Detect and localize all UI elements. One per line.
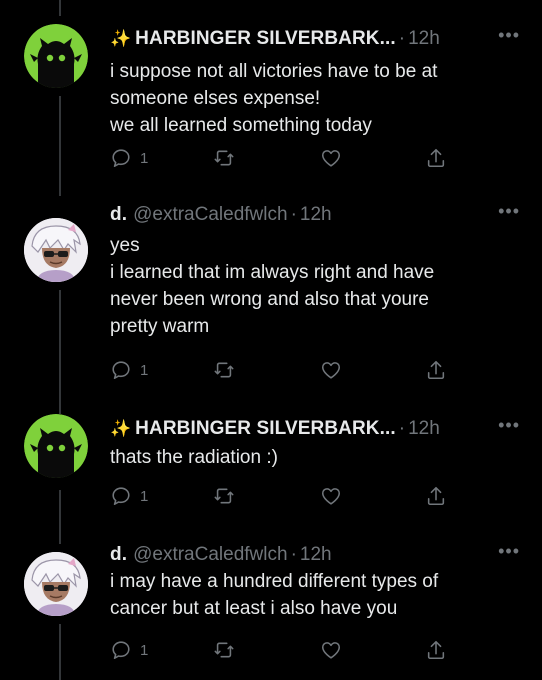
tweet[interactable]: ✨ HARBINGER SILVERBARK... · 12h ••• that…: [0, 414, 542, 514]
tweet-header: ✨ HARBINGER SILVERBARK... · 12h: [110, 414, 522, 444]
separator: ·: [290, 544, 297, 565]
share-button[interactable]: [425, 484, 447, 508]
tweet[interactable]: d. @extraCaledfwlch · 12h ••• i may have…: [0, 540, 542, 680]
handle[interactable]: @extraCaledfwlch: [133, 544, 287, 566]
share-icon: [427, 640, 445, 660]
reply-count: 1: [140, 487, 149, 505]
more-options-icon[interactable]: •••: [498, 416, 520, 434]
share-button[interactable]: [425, 146, 447, 170]
reply-button[interactable]: 1: [110, 484, 148, 508]
tweet-text: i may have a hundred different types of …: [110, 568, 518, 622]
tweet-line: i suppose not all victories have to be a…: [110, 61, 438, 82]
retweet-button[interactable]: [213, 146, 235, 170]
tweet-line: i learned that im always right and have: [110, 262, 435, 283]
like-button[interactable]: [320, 638, 342, 662]
retweet-icon: [214, 488, 234, 504]
tweet-text: yes i learned that im always right and h…: [110, 232, 518, 340]
display-name[interactable]: HARBINGER SILVERBARK...: [135, 418, 396, 440]
reply-icon: [112, 361, 130, 380]
tweet-header: d. @extraCaledfwlch · 12h: [110, 540, 522, 570]
retweet-button[interactable]: [213, 358, 235, 382]
like-button[interactable]: [320, 484, 342, 508]
more-options-icon[interactable]: •••: [498, 26, 520, 44]
sparkle-icon: ✨: [110, 419, 132, 438]
tweet-line: someone elses expense!: [110, 88, 321, 109]
reply-button[interactable]: 1: [110, 358, 148, 382]
share-icon: [427, 148, 445, 168]
like-button[interactable]: [320, 358, 342, 382]
green-creature-avatar-icon: [24, 414, 88, 478]
display-name[interactable]: d.: [110, 544, 127, 566]
tweet-header: d. @extraCaledfwlch · 12h: [110, 200, 522, 230]
timestamp[interactable]: 12h: [408, 28, 440, 50]
tweet-line: yes: [110, 235, 140, 256]
white-haired-character-avatar-icon: [24, 552, 88, 616]
reply-button[interactable]: 1: [110, 146, 148, 170]
display-name[interactable]: d.: [110, 204, 127, 226]
retweet-icon: [214, 150, 234, 166]
timestamp[interactable]: 12h: [300, 544, 332, 566]
reply-count: 1: [140, 149, 149, 167]
avatar[interactable]: [24, 552, 88, 616]
avatar[interactable]: [24, 414, 88, 478]
tweet-actions: 1: [110, 146, 518, 170]
like-button[interactable]: [320, 146, 342, 170]
heart-icon: [321, 362, 341, 379]
tweet-line: pretty warm: [110, 316, 210, 337]
reply-count: 1: [140, 641, 149, 659]
tweet-thread: ✨ HARBINGER SILVERBARK... · 12h ••• i su…: [0, 0, 542, 680]
timestamp[interactable]: 12h: [300, 204, 332, 226]
reply-icon: [112, 641, 130, 660]
tweet-text: thats the radiation :): [110, 444, 518, 471]
retweet-button[interactable]: [213, 638, 235, 662]
handle[interactable]: @extraCaledfwlch: [133, 204, 287, 226]
separator: ·: [398, 28, 406, 49]
tweet-actions: 1: [110, 484, 518, 508]
separator: ·: [398, 418, 406, 439]
tweet-line: cancer but at least i also have you: [110, 598, 398, 619]
display-name[interactable]: HARBINGER SILVERBARK...: [135, 28, 396, 50]
avatar[interactable]: [24, 218, 88, 282]
thread-line: [59, 0, 61, 16]
tweet-line: thats the radiation :): [110, 447, 278, 468]
tweet-line: we all learned something today: [110, 115, 372, 136]
tweet-header: ✨ HARBINGER SILVERBARK... · 12h: [110, 24, 522, 54]
avatar[interactable]: [24, 24, 88, 88]
heart-icon: [321, 150, 341, 167]
retweet-button[interactable]: [213, 484, 235, 508]
tweet[interactable]: d. @extraCaledfwlch · 12h ••• yes i lear…: [0, 200, 542, 400]
share-icon: [427, 486, 445, 506]
more-options-icon[interactable]: •••: [498, 542, 520, 560]
timestamp[interactable]: 12h: [408, 418, 440, 440]
more-options-icon[interactable]: •••: [498, 202, 520, 220]
separator: ·: [290, 204, 297, 225]
tweet-actions: 1: [110, 638, 518, 662]
share-icon: [427, 360, 445, 380]
reply-button[interactable]: 1: [110, 638, 148, 662]
heart-icon: [321, 488, 341, 505]
tweet-actions: 1: [110, 358, 518, 382]
tweet[interactable]: ✨ HARBINGER SILVERBARK... · 12h ••• i su…: [0, 24, 542, 194]
reply-icon: [112, 487, 130, 506]
reply-icon: [112, 149, 130, 168]
share-button[interactable]: [425, 638, 447, 662]
tweet-text: i suppose not all victories have to be a…: [110, 58, 518, 139]
retweet-icon: [214, 362, 234, 378]
tweet-line: never been wrong and also that youre: [110, 289, 429, 310]
sparkle-icon: ✨: [110, 29, 132, 48]
retweet-icon: [214, 642, 234, 658]
share-button[interactable]: [425, 358, 447, 382]
heart-icon: [321, 642, 341, 659]
reply-count: 1: [140, 361, 149, 379]
green-creature-avatar-icon: [24, 24, 88, 88]
tweet-line: i may have a hundred different types of: [110, 571, 439, 592]
white-haired-character-avatar-icon: [24, 218, 88, 282]
